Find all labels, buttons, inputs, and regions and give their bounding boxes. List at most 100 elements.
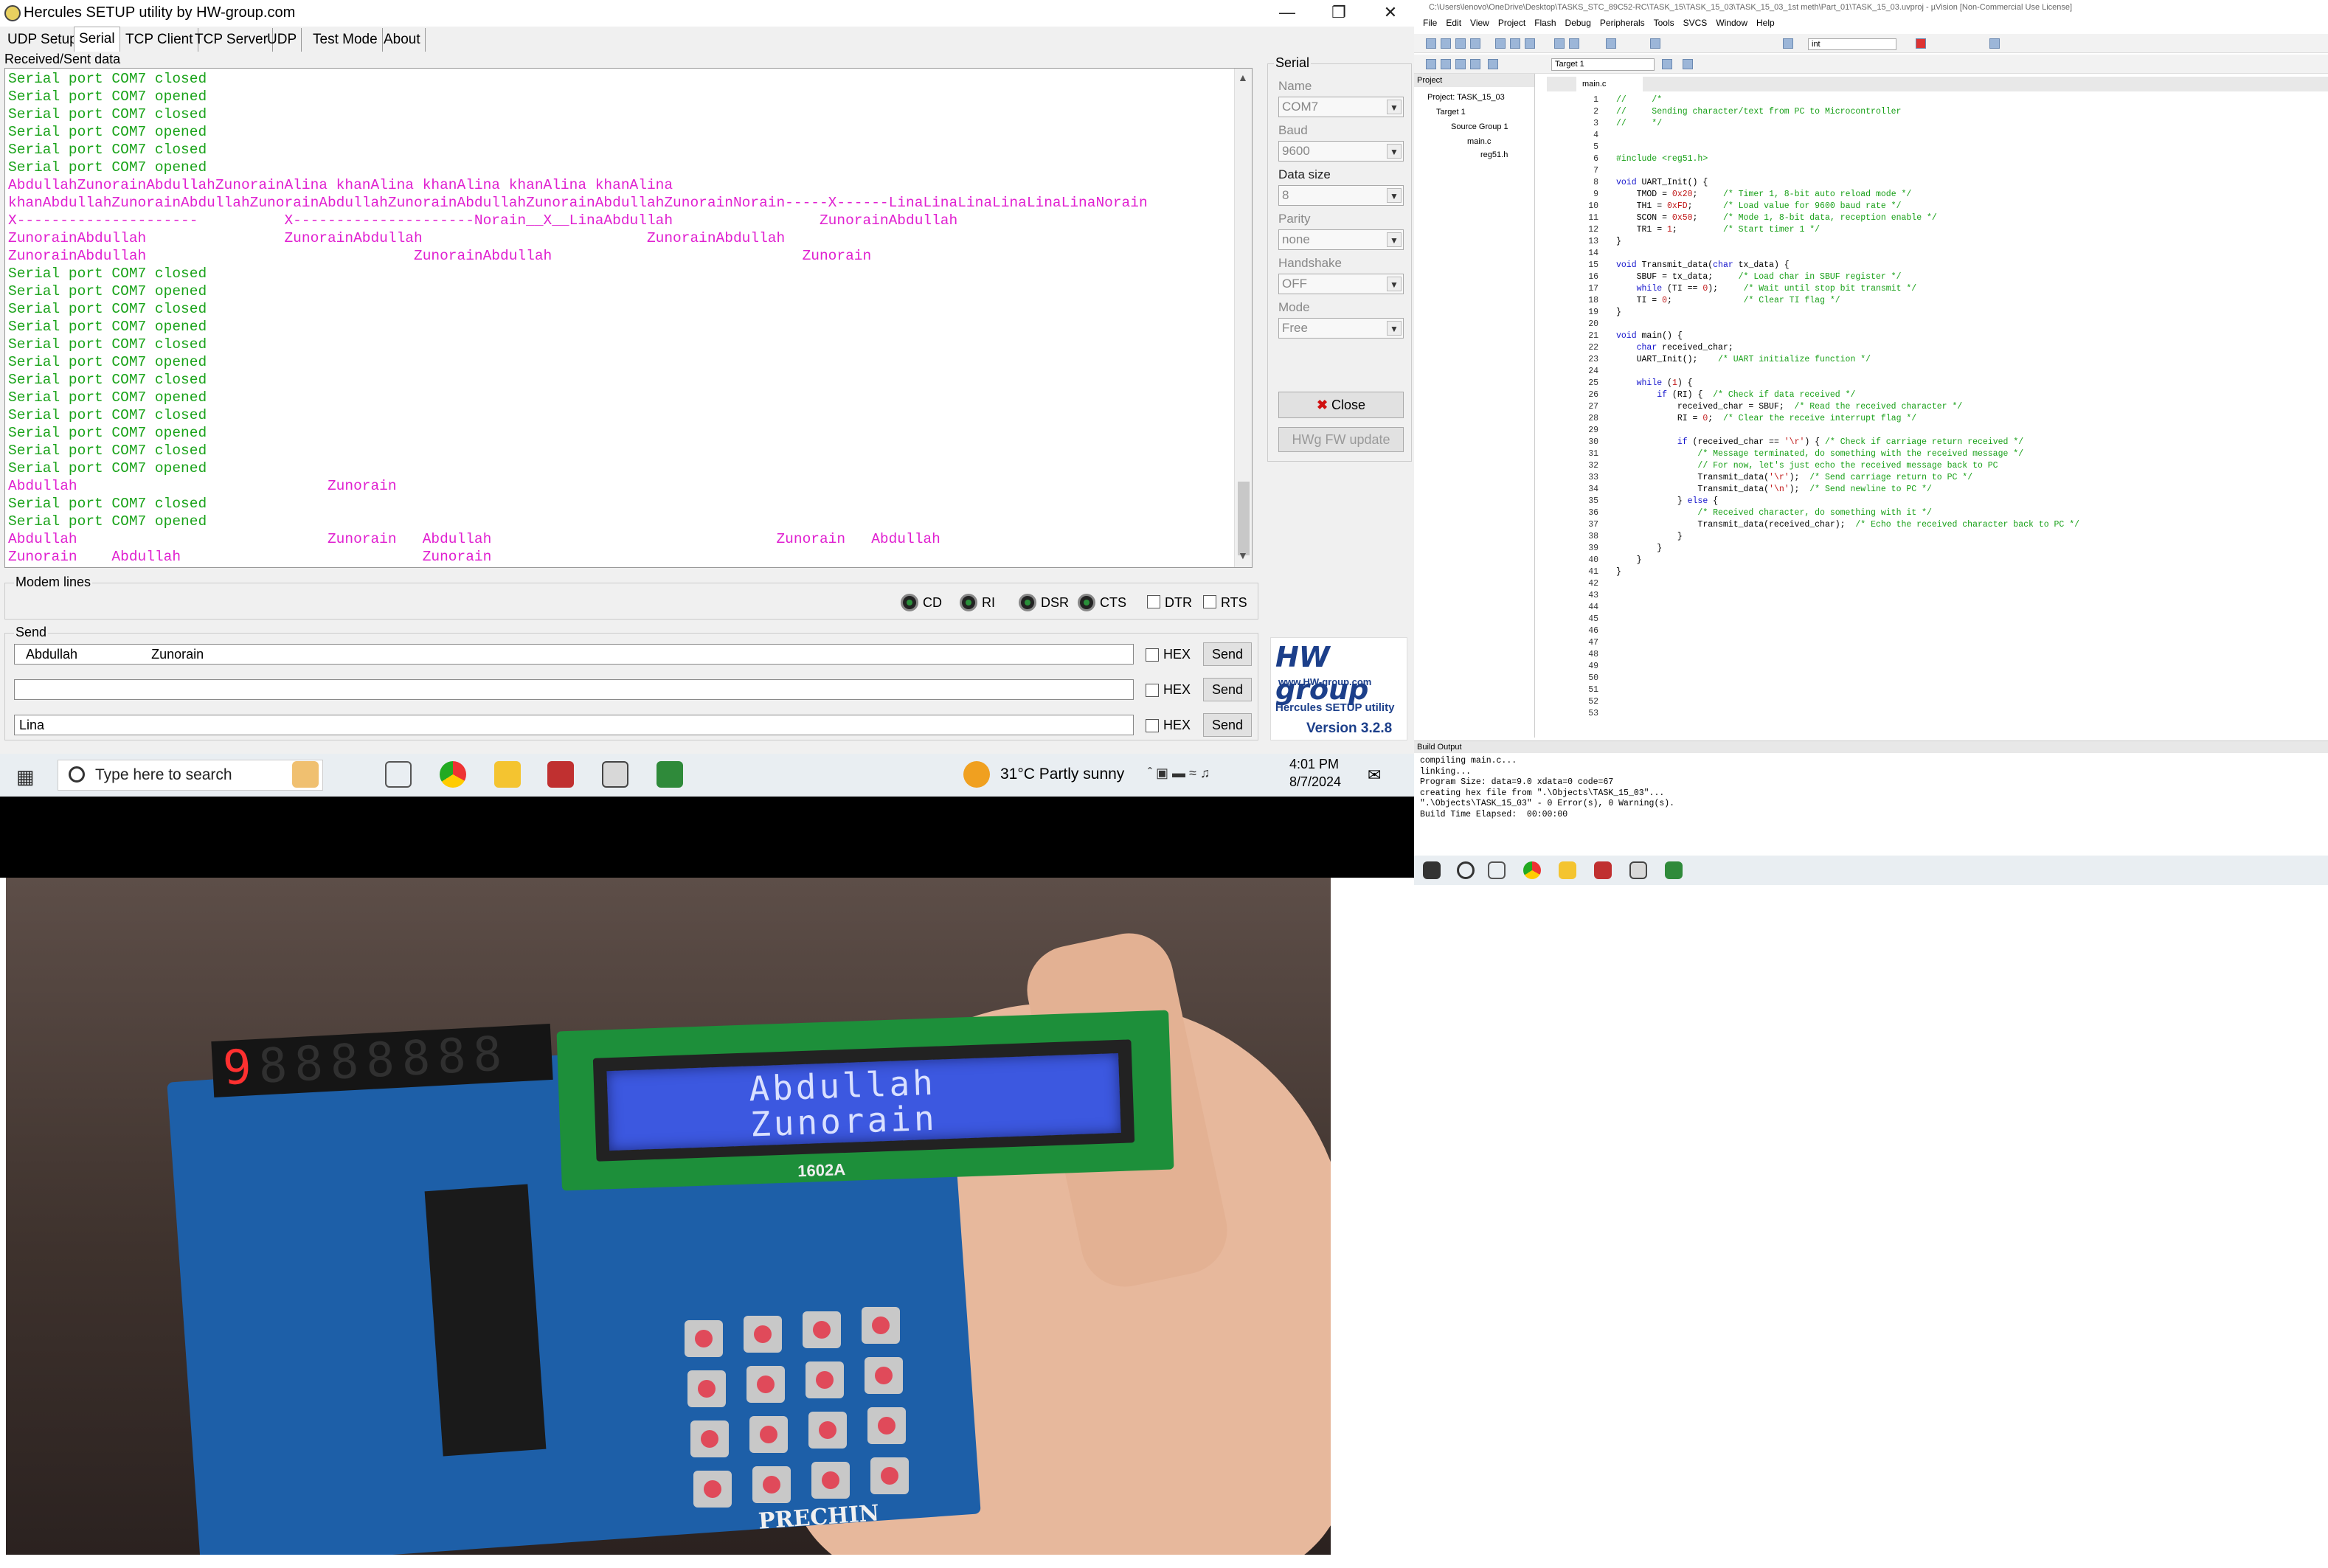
close-port-button[interactable]: ✖ Close — [1278, 392, 1404, 418]
windows-start-icon[interactable]: ▦ — [16, 766, 35, 788]
tab-test-mode[interactable]: Test Mode — [308, 28, 383, 52]
clock-date[interactable]: 8/7/2024 — [1289, 774, 1341, 790]
save-icon[interactable] — [1455, 38, 1466, 49]
tree-reg51-h[interactable]: reg51.h — [1480, 150, 1508, 159]
scroll-up-icon[interactable]: ▲ — [1238, 72, 1248, 83]
save-all-icon[interactable] — [1470, 38, 1480, 49]
menu-view[interactable]: View — [1470, 15, 1489, 31]
batch-build-icon[interactable] — [1470, 59, 1480, 69]
tree-main-c[interactable]: main.c — [1467, 137, 1491, 146]
hex-checkbox-1[interactable] — [1146, 648, 1159, 662]
menu-tools[interactable]: Tools — [1654, 15, 1674, 31]
tree-target[interactable]: Target 1 — [1436, 108, 1466, 117]
editor-tab-main-c[interactable]: main.c — [1576, 77, 1643, 91]
hercules-window: Hercules SETUP utility by HW-group.com —… — [0, 0, 1414, 797]
find-icon[interactable] — [1783, 38, 1793, 49]
cut-icon[interactable] — [1495, 38, 1506, 49]
port-name-select[interactable]: COM7 ▼ — [1278, 97, 1404, 117]
window-layout-icon[interactable] — [1989, 38, 2000, 49]
source-code[interactable]: // /* // Sending character/text from PC … — [1616, 94, 2324, 578]
send-input-2[interactable] — [14, 679, 1134, 700]
menu-file[interactable]: File — [1423, 15, 1437, 31]
tab-serial[interactable]: Serial — [74, 27, 120, 52]
bookmark-icon[interactable] — [1606, 38, 1616, 49]
download-icon[interactable] — [1488, 59, 1498, 69]
send-button-1[interactable]: Send — [1203, 642, 1252, 666]
search-icon[interactable] — [1457, 861, 1475, 879]
task-view-icon[interactable] — [1488, 861, 1506, 879]
tab-about[interactable]: About — [379, 28, 426, 52]
send-button-3[interactable]: Send — [1203, 713, 1252, 737]
manage-components-icon[interactable] — [1683, 59, 1693, 69]
keil-uvision-icon[interactable] — [1665, 861, 1683, 879]
close-window-button[interactable]: ✕ — [1365, 0, 1416, 25]
hercules-taskbar-icon[interactable] — [602, 761, 628, 788]
debug-icon[interactable] — [1916, 38, 1926, 49]
baud-value: 9600 — [1282, 144, 1310, 158]
menu-peripherals[interactable]: Peripherals — [1600, 15, 1645, 31]
send-input-3[interactable]: Lina — [14, 715, 1134, 735]
open-icon[interactable] — [1441, 38, 1451, 49]
menu-window[interactable]: Window — [1716, 15, 1747, 31]
minimize-button[interactable]: — — [1261, 0, 1313, 25]
send-input-1[interactable]: Abdullah Zunorain — [14, 644, 1134, 665]
tab-udp[interactable]: UDP — [263, 28, 302, 52]
keypad-button — [811, 1462, 850, 1499]
chrome-icon[interactable] — [1523, 861, 1541, 879]
scroll-down-icon[interactable]: ▼ — [1238, 549, 1248, 561]
handshake-select[interactable]: OFF ▼ — [1278, 274, 1404, 294]
rts-checkbox[interactable] — [1203, 595, 1216, 608]
rebuild-icon[interactable] — [1455, 59, 1466, 69]
tree-source-group[interactable]: Source Group 1 — [1451, 122, 1508, 131]
system-tray-icons[interactable]: ˆ ▣ ▬ ≈ ♫ — [1148, 766, 1210, 781]
hex-checkbox-2[interactable] — [1146, 684, 1159, 697]
task-view-icon[interactable] — [385, 761, 412, 788]
keil-uvision-icon[interactable] — [657, 761, 683, 788]
hwg-fw-update-button[interactable]: HWg FW update — [1278, 427, 1404, 452]
chrome-icon[interactable] — [440, 761, 466, 788]
notification-icon[interactable]: ✉ — [1368, 766, 1381, 785]
restore-button[interactable]: ❐ — [1313, 0, 1365, 25]
copy-icon[interactable] — [1510, 38, 1520, 49]
taskbar-search[interactable]: Type here to search — [58, 760, 323, 791]
weather-text[interactable]: 31°C Partly sunny — [1000, 766, 1124, 783]
find-combo[interactable]: int — [1808, 38, 1896, 50]
hex-checkbox-3[interactable] — [1146, 719, 1159, 732]
menu-project[interactable]: Project — [1498, 15, 1525, 31]
received-data-area[interactable]: Serial port COM7 closed Serial port COM7 … — [4, 68, 1253, 568]
hercules-taskbar-icon[interactable] — [1629, 861, 1647, 879]
options-icon[interactable] — [1662, 59, 1672, 69]
dtr-checkbox[interactable] — [1147, 595, 1160, 608]
file-explorer-icon[interactable] — [494, 761, 521, 788]
data-size-select[interactable]: 8 ▼ — [1278, 185, 1404, 206]
redo-icon[interactable] — [1569, 38, 1579, 49]
translate-icon[interactable] — [1426, 59, 1436, 69]
send-button-2[interactable]: Send — [1203, 678, 1252, 701]
menu-help[interactable]: Help — [1756, 15, 1775, 31]
tab-tcp-client[interactable]: TCP Client — [121, 28, 198, 52]
parity-select[interactable]: none ▼ — [1278, 229, 1404, 250]
menu-debug[interactable]: Debug — [1565, 15, 1591, 31]
indent-icon[interactable] — [1650, 38, 1660, 49]
undo-icon[interactable] — [1554, 38, 1565, 49]
menu-edit[interactable]: Edit — [1446, 15, 1461, 31]
target-select[interactable]: Target 1 — [1551, 58, 1655, 71]
paste-icon[interactable] — [1525, 38, 1535, 49]
code-editor[interactable]: main.c 1 2 3 4 5 6 7 8 9 10 11 12 13 14 … — [1547, 77, 2328, 726]
menu-flash[interactable]: Flash — [1534, 15, 1556, 31]
terminal-scrollbar[interactable]: ▲ ▼ — [1234, 69, 1252, 567]
stc-isp-icon[interactable] — [1594, 861, 1612, 879]
clock-time[interactable]: 4:01 PM — [1289, 757, 1339, 772]
windows-start-icon[interactable] — [1423, 861, 1441, 879]
menu-svcs[interactable]: SVCS — [1683, 15, 1708, 31]
build-icon[interactable] — [1441, 59, 1451, 69]
baud-select[interactable]: 9600 ▼ — [1278, 141, 1404, 162]
tree-project[interactable]: Project: TASK_15_03 — [1427, 93, 1505, 102]
file-explorer-icon[interactable] — [1559, 861, 1576, 879]
tab-udp-setup[interactable]: UDP Setup — [3, 28, 83, 52]
new-file-icon[interactable] — [1426, 38, 1436, 49]
tab-tcp-server[interactable]: TCP Server — [190, 28, 273, 52]
scroll-thumb[interactable] — [1238, 482, 1250, 555]
stc-isp-icon[interactable] — [547, 761, 574, 788]
mode-select[interactable]: Free ▼ — [1278, 318, 1404, 339]
